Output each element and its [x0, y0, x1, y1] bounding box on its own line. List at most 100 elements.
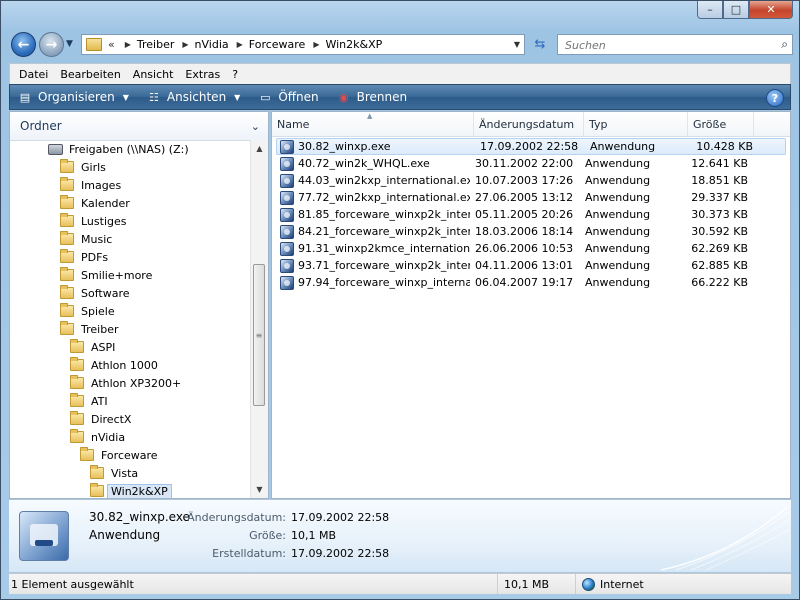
folder-icon — [70, 339, 84, 353]
breadcrumb-item[interactable]: Win2k&XP — [325, 38, 382, 51]
burn-label: Brennen — [356, 90, 408, 104]
search-input[interactable] — [563, 36, 767, 55]
tree-item-label: Lustiges — [81, 214, 127, 228]
file-type: Anwendung — [585, 259, 651, 272]
column-size[interactable]: Größe — [688, 112, 754, 136]
tree-item[interactable]: Spiele — [10, 302, 252, 320]
file-row[interactable]: 91.31_winxp2kmce_international... 26.06.2… — [272, 240, 790, 257]
status-zone-label: Internet — [600, 577, 644, 591]
column-name[interactable]: Name ▲ — [272, 112, 474, 136]
open-button[interactable]: ▭ Öffnen — [258, 90, 319, 104]
menu-help[interactable]: ? — [232, 68, 238, 81]
tree-item-label: Kalender — [81, 196, 130, 210]
burn-button[interactable]: ◉ Brennen — [337, 90, 407, 104]
file-row[interactable]: 81.85_forceware_winxp2k_inter... 05.11.20… — [272, 206, 790, 223]
maximize-button[interactable]: □ — [723, 1, 749, 19]
address-dropdown-icon[interactable]: ▼ — [514, 40, 520, 49]
scroll-down-icon[interactable]: ▼ — [251, 481, 268, 498]
scroll-up-icon[interactable]: ▲ — [251, 140, 268, 157]
address-bar[interactable]: « ▶ Treiber ▶ nVidia ▶ Forceware ▶ Win2k… — [81, 34, 525, 55]
tree-item[interactable]: Treiber — [10, 320, 252, 338]
tree-item-label: Spiele — [81, 304, 115, 318]
tree-item[interactable]: PDFs — [10, 248, 252, 266]
tree-item[interactable]: Win2k&XP — [10, 482, 252, 498]
file-name-cell: 44.03_win2kxp_international.exe — [272, 173, 470, 188]
column-type[interactable]: Typ — [584, 112, 688, 136]
breadcrumb-separator-icon[interactable]: ▶ — [125, 40, 131, 49]
breadcrumb-overflow[interactable]: « — [108, 38, 115, 51]
tree-item[interactable]: Lustiges — [10, 212, 252, 230]
executable-icon — [280, 190, 294, 205]
minimize-button[interactable]: – — [697, 1, 723, 19]
organize-button[interactable]: ▤ Organisieren ▼ — [18, 90, 129, 104]
column-date-label: Änderungsdatum — [479, 117, 575, 131]
nav-scrollbar[interactable]: ▲ ≡ ▼ — [250, 140, 268, 498]
chevron-down-icon: ⌄ — [250, 119, 260, 133]
tree-item[interactable]: Athlon 1000 — [10, 356, 252, 374]
tree-item[interactable]: Forceware — [10, 446, 252, 464]
file-date: 17.09.2002 22:58 — [480, 140, 579, 153]
tree-item[interactable]: Images — [10, 176, 252, 194]
folders-header[interactable]: Ordner ⌄ — [10, 112, 268, 141]
close-button[interactable]: ✕ — [749, 1, 793, 19]
tree-item[interactable]: Smilie+more — [10, 266, 252, 284]
recent-pages-dropdown-icon[interactable]: ▼ — [66, 39, 73, 49]
file-size: 10.428 KB — [696, 140, 753, 153]
forward-button[interactable]: → — [39, 32, 64, 57]
file-size: 18.851 KB — [691, 174, 748, 187]
file-name-cell: 30.82_winxp.exe — [277, 139, 475, 154]
column-date[interactable]: Änderungsdatum — [474, 112, 584, 136]
refresh-button[interactable]: ⇆ — [529, 34, 551, 55]
menu-edit[interactable]: Bearbeiten — [60, 68, 120, 81]
file-row[interactable]: 77.72_win2kxp_international.exe 27.06.200… — [272, 189, 790, 206]
breadcrumb-separator-icon[interactable]: ▶ — [313, 40, 319, 49]
tree-item-label: Athlon XP3200+ — [91, 376, 182, 390]
folder-icon — [60, 195, 74, 209]
menu-view[interactable]: Ansicht — [133, 68, 174, 81]
tree-item-label: Images — [81, 178, 122, 192]
folder-icon — [60, 303, 74, 317]
file-size: 66.222 KB — [691, 276, 748, 289]
breadcrumb-separator-icon[interactable]: ▶ — [182, 40, 188, 49]
refresh-icon: ⇆ — [534, 37, 546, 52]
tree-item[interactable]: Music — [10, 230, 252, 248]
tree-item[interactable]: Athlon XP3200+ — [10, 374, 252, 392]
scroll-thumb[interactable]: ≡ — [253, 264, 265, 406]
breadcrumb-item[interactable]: nVidia — [195, 38, 229, 51]
tree-item[interactable]: nVidia — [10, 428, 252, 446]
file-row[interactable]: 97.94_forceware_winxp_interna... 06.04.20… — [272, 274, 790, 291]
search-icon[interactable]: ⌕ — [781, 37, 788, 52]
file-row[interactable]: 30.82_winxp.exe 17.09.2002 22:58 Anwendung… — [276, 138, 786, 155]
file-row[interactable]: 44.03_win2kxp_international.exe 10.07.200… — [272, 172, 790, 189]
menu-tools[interactable]: Extras — [185, 68, 220, 81]
folder-icon — [90, 465, 104, 479]
tree-item[interactable]: ASPI — [10, 338, 252, 356]
tree-item[interactable]: ATI — [10, 392, 252, 410]
file-name: 77.72_win2kxp_international.exe — [298, 191, 470, 204]
folder-icon — [70, 429, 84, 443]
tree-item[interactable]: Vista — [10, 464, 252, 482]
menu-file[interactable]: Datei — [19, 68, 48, 81]
folder-icon — [60, 231, 74, 245]
file-name-cell: 81.85_forceware_winxp2k_inter... — [272, 207, 470, 222]
file-row[interactable]: 93.71_forceware_winxp2k_inter... 04.11.20… — [272, 257, 790, 274]
breadcrumb-item[interactable]: Treiber — [137, 38, 174, 51]
tree-item[interactable]: Freigaben (\\NAS) (Z:) — [10, 140, 252, 158]
file-row[interactable]: 84.21_forceware_winxp2k_inter... 18.03.20… — [272, 223, 790, 240]
breadcrumb-item[interactable]: Forceware — [249, 38, 306, 51]
file-name: 97.94_forceware_winxp_interna... — [298, 276, 470, 289]
tree-item[interactable]: Kalender — [10, 194, 252, 212]
help-icon[interactable]: ? — [766, 89, 784, 107]
file-list-pane: Name ▲ Änderungsdatum Typ Größe 30.82_wi… — [271, 111, 791, 499]
tree-item-label: Treiber — [81, 322, 119, 336]
folder-icon — [86, 38, 102, 51]
tree-item[interactable]: DirectX — [10, 410, 252, 428]
tree-item[interactable]: Girls — [10, 158, 252, 176]
tree-item-label: Smilie+more — [81, 268, 153, 282]
status-bar: 1 Element ausgewählt 10,1 MB Internet — [9, 573, 791, 594]
back-button[interactable]: ← — [11, 32, 36, 57]
tree-item[interactable]: Software — [10, 284, 252, 302]
file-row[interactable]: 40.72_win2k_WHQL.exe 30.11.2002 22:00 Anwe… — [272, 155, 790, 172]
breadcrumb-separator-icon[interactable]: ▶ — [237, 40, 243, 49]
views-button[interactable]: ☷ Ansichten ▼ — [147, 90, 240, 104]
